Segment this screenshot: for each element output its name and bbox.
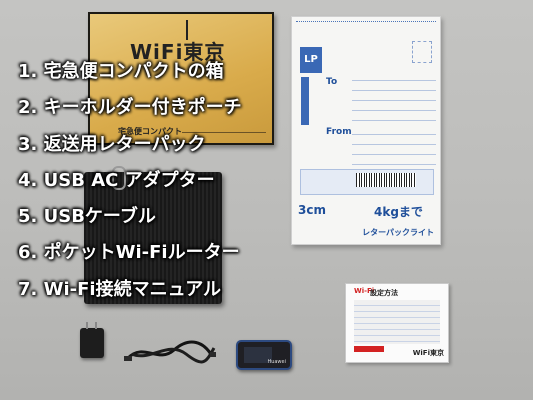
barcode-icon [356, 173, 416, 187]
list-item: 1. 宅急便コンパクトの箱 [18, 61, 224, 82]
manual-brand: WiFi東京 [412, 349, 444, 357]
contents-list: 1. 宅急便コンパクトの箱 2. キーホルダー付きポーチ 3. 返送用レターパッ… [18, 61, 338, 316]
list-item: 3. 返送用レターパック [18, 133, 206, 155]
list-item: 6. ポケットWi-Fiルーター [18, 242, 240, 264]
plug-prong [95, 322, 97, 329]
manual-card: Wi-Fi 設定方法 WiFi東京 [345, 283, 449, 363]
manual-title: 設定方法 [370, 289, 398, 297]
sender-lines [352, 125, 436, 165]
letter-pack-brand: レターパックライト [362, 228, 434, 237]
router-brand: Huawei [267, 359, 286, 365]
weight-limit: 4kgまで [374, 205, 423, 219]
manual-body [354, 300, 440, 344]
manual-red-bar [354, 346, 384, 352]
list-item: 5. USBケーブル [18, 206, 156, 228]
pocket-wifi-router: Huawei [236, 340, 292, 370]
plug-prong [86, 322, 88, 329]
usb-cable [124, 340, 216, 364]
list-item: 2. キーホルダー付きポーチ [18, 97, 242, 119]
address-lines [352, 71, 436, 127]
product-photo: WiFi東京 宅急便コンパクト LP To From 3cm 4kgまで レター… [0, 0, 533, 400]
letter-pack-header [296, 21, 436, 31]
stamp-box [412, 41, 432, 63]
list-item: 7. Wi-Fi接続マニュアル [18, 278, 222, 300]
list-item: 4. USB AC アダプター [18, 169, 215, 191]
ac-adapter [80, 322, 104, 358]
